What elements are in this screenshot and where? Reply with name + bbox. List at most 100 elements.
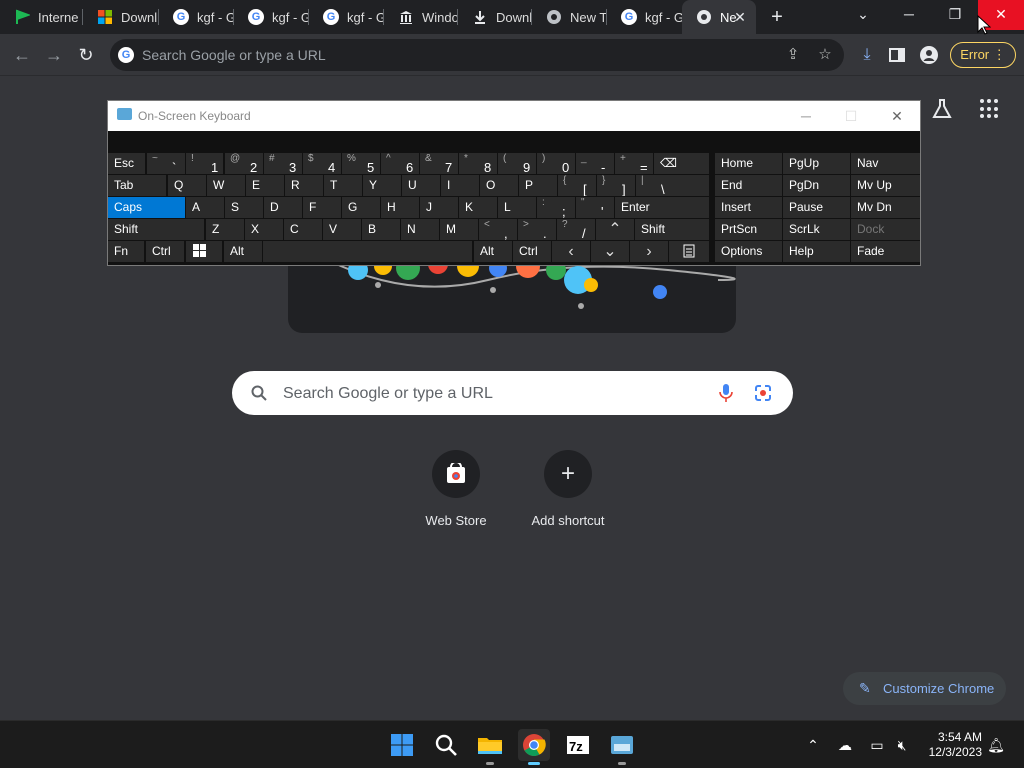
osk-key-f[interactable]: F — [303, 197, 341, 218]
chrome-taskbar-icon[interactable] — [518, 729, 550, 765]
osk-key-e[interactable]: E — [246, 175, 284, 196]
osk-key-.[interactable]: >. — [518, 219, 556, 240]
osk-key-ctrl[interactable]: Ctrl — [513, 241, 551, 262]
osk-key-windows-icon[interactable] — [186, 241, 222, 262]
osk-key-t[interactable]: T — [324, 175, 362, 196]
osk-key-tab[interactable]: Tab — [108, 175, 166, 196]
osk-key-insert[interactable]: Insert — [715, 197, 782, 218]
osk-key-caps[interactable]: Caps — [108, 197, 185, 218]
back-button[interactable]: ← — [9, 42, 35, 68]
osk-key-p[interactable]: P — [519, 175, 557, 196]
osk-key-h[interactable]: H — [381, 197, 419, 218]
osk-key-mv-dn[interactable]: Mv Dn — [851, 197, 920, 218]
tab-google-2[interactable]: G kgf - G — [234, 0, 309, 34]
osk-key-[[interactable]: {[ — [558, 175, 596, 196]
osk-key-pgup[interactable]: PgUp — [783, 153, 850, 174]
osk-key-][interactable]: }] — [597, 175, 635, 196]
tab-google-4[interactable]: G kgf - G — [607, 0, 682, 34]
start-icon[interactable] — [386, 729, 418, 761]
osk-key-g[interactable]: G — [342, 197, 380, 218]
tab-downloads[interactable]: Downl — [458, 0, 532, 34]
osk-key-home[interactable]: Home — [715, 153, 782, 174]
osk-key-scrlk[interactable]: ScrLk — [783, 219, 850, 240]
osk-key-fade[interactable]: Fade — [851, 241, 920, 262]
osk-key-c[interactable]: C — [284, 219, 322, 240]
osk-key-7[interactable]: & 7 — [420, 153, 458, 174]
osk-key-r[interactable]: R — [285, 175, 323, 196]
osk-key-esc[interactable]: Esc — [108, 153, 145, 174]
osk-key-enter[interactable]: Enter — [615, 197, 709, 218]
osk-key-alt[interactable]: Alt — [474, 241, 512, 262]
osk-key-mv-up[interactable]: Mv Up — [851, 175, 920, 196]
close-tab-icon[interactable]: ✕ — [732, 9, 748, 25]
tab-new-tab[interactable]: New T — [532, 0, 607, 34]
osk-key-o[interactable]: O — [480, 175, 518, 196]
osk-key-space[interactable] — [263, 241, 472, 262]
osk-key-w[interactable]: W — [207, 175, 245, 196]
osk-key-4[interactable]: $4 — [303, 153, 341, 174]
osk-key-/[interactable]: ? / — [557, 219, 595, 240]
osk-key-k[interactable]: K — [459, 197, 497, 218]
osk-key-=[interactable]: + = — [615, 153, 653, 174]
osk-key-5[interactable]: % 5 — [342, 153, 380, 174]
osk-key-nav[interactable]: Nav — [851, 153, 920, 174]
osk-key-fn[interactable]: Fn — [108, 241, 144, 262]
osk-maximize-button[interactable]: ☐ — [841, 106, 861, 126]
osk-key-3[interactable]: #3 — [264, 153, 302, 174]
tab-windows[interactable]: Windo — [384, 0, 458, 34]
osk-key-shift[interactable]: Shift — [635, 219, 709, 240]
chevron-up-icon[interactable]: ⌃ — [803, 735, 823, 755]
osk-key-v[interactable]: V — [323, 219, 361, 240]
bookmark-star-icon[interactable]: ☆ — [816, 46, 834, 64]
shortcut-web-store[interactable]: Web Store — [406, 450, 506, 528]
profile-icon[interactable] — [918, 44, 940, 66]
7zip-icon[interactable]: 7z — [562, 729, 594, 761]
osk-key-m[interactable]: M — [440, 219, 478, 240]
shortcut-add[interactable]: + Add shortcut — [518, 450, 618, 528]
osk-key-shift[interactable]: Shift — [108, 219, 204, 240]
osk-key-arrow-down-icon[interactable]: ⌄ — [591, 241, 629, 262]
osk-key-u[interactable]: U — [402, 175, 440, 196]
osk-key-1[interactable]: ! 1 — [186, 153, 223, 174]
osk-key-6[interactable]: ^ 6 — [381, 153, 419, 174]
tab-google-3[interactable]: G kgf - G — [309, 0, 384, 34]
osk-key-ctrl[interactable]: Ctrl — [146, 241, 184, 262]
osk-key-arrow-left-icon[interactable]: ‹ — [552, 241, 590, 262]
onedrive-icon[interactable]: ☁ — [835, 735, 855, 755]
osk-key-pause[interactable]: Pause — [783, 197, 850, 218]
tab-google-1[interactable]: G kgf - G — [159, 0, 234, 34]
tab-search-chevron-icon[interactable]: ⌄ — [840, 0, 886, 30]
osk-key-'[interactable]: " ' — [576, 197, 614, 218]
restore-button[interactable]: ❐ — [932, 0, 978, 30]
osk-key-arrow-up-icon[interactable]: ⌃ — [596, 219, 634, 240]
osk-key-s[interactable]: S — [225, 197, 263, 218]
new-tab-button[interactable]: + — [766, 7, 788, 27]
osk-title-bar[interactable]: On-Screen Keyboard ─ ☐ ✕ — [108, 101, 920, 131]
on-screen-keyboard-icon[interactable] — [606, 729, 638, 765]
osk-key-pgdn[interactable]: PgDn — [783, 175, 850, 196]
tab-internet[interactable]: Interne — [0, 0, 83, 34]
osk-key-d[interactable]: D — [264, 197, 302, 218]
network-icon[interactable]: ▭ — [867, 735, 887, 755]
osk-key-q[interactable]: Q — [168, 175, 206, 196]
share-icon[interactable]: ⇪ — [784, 46, 802, 64]
clock[interactable]: 3:54 AM 12/3/2023 — [920, 730, 982, 760]
osk-key-arrow-right-icon[interactable]: › — [630, 241, 668, 262]
tab-download[interactable]: Downl — [83, 0, 159, 34]
osk-key-options[interactable]: Options — [715, 241, 782, 262]
osk-key-z[interactable]: Z — [206, 219, 244, 240]
volume-muted-icon[interactable]: 🔇︎ — [892, 735, 912, 755]
search-icon[interactable] — [430, 729, 462, 761]
osk-key-j[interactable]: J — [420, 197, 458, 218]
osk-key-0[interactable]: ) 0 — [537, 153, 575, 174]
osk-key-b[interactable]: B — [362, 219, 400, 240]
osk-minimize-button[interactable]: ─ — [796, 106, 816, 126]
osk-key-a[interactable]: A — [186, 197, 224, 218]
osk-key-y[interactable]: Y — [363, 175, 401, 196]
minimize-button[interactable]: ─ — [886, 0, 932, 30]
osk-key--[interactable]: _ - — [576, 153, 614, 174]
osk-key-end[interactable]: End — [715, 175, 782, 196]
osk-key-\[interactable]: | \ — [636, 175, 709, 196]
osk-key-`[interactable]: ~ ` — [147, 153, 185, 174]
address-bar[interactable]: G Search Google or type a URL ⇪ ☆ — [110, 39, 844, 71]
